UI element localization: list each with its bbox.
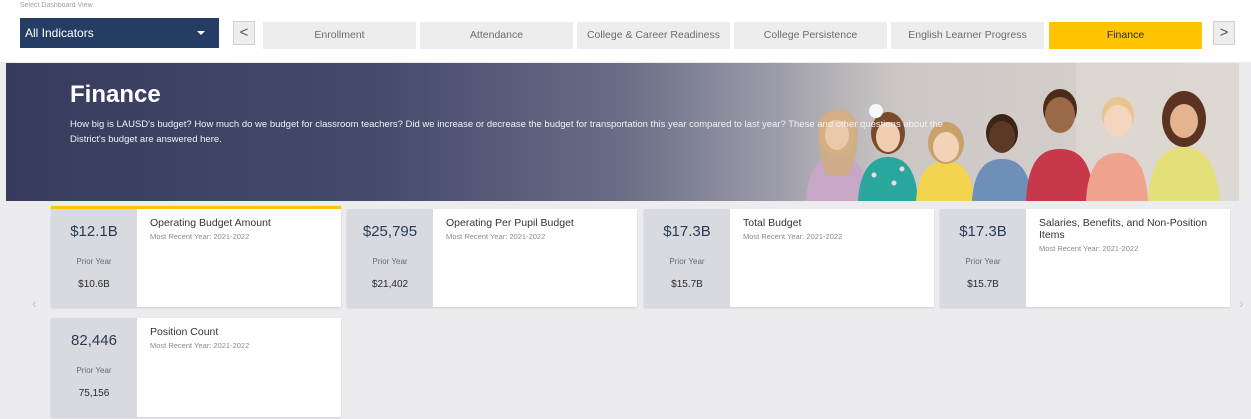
kpi-subtitle: Most Recent Year: 2021-2022 — [1039, 244, 1139, 253]
kpi-prior-value: $15.7B — [967, 279, 999, 290]
kpi-title: Total Budget — [743, 217, 802, 229]
tab-college-career-readiness[interactable]: College & Career Readiness — [577, 22, 730, 49]
kpi-card-operating-budget[interactable]: $12.1B Prior Year $10.6B Operating Budge… — [51, 206, 341, 307]
kpi-prior-label: Prior Year — [76, 366, 112, 375]
page-title: Finance — [70, 81, 161, 108]
kpi-title: Operating Per Pupil Budget — [446, 217, 574, 229]
dropdown-value: All Indicators — [25, 26, 94, 40]
kpi-stat-panel: $12.1B Prior Year $10.6B — [51, 209, 137, 307]
chevron-down-icon — [197, 31, 205, 35]
kpi-stat-panel: $25,795 Prior Year $21,402 — [347, 209, 433, 307]
tab-enrollment[interactable]: Enrollment — [263, 22, 416, 49]
indicator-dropdown[interactable]: All Indicators — [20, 18, 219, 48]
cards-next-button[interactable]: › — [1239, 295, 1244, 311]
kpi-card-salaries-benefits[interactable]: $17.3B Prior Year $15.7B Salaries, Benef… — [940, 209, 1230, 307]
kpi-value: 82,446 — [71, 332, 117, 349]
kpi-prior-value: $21,402 — [371, 279, 409, 290]
kpi-prior-label: Prior Year — [372, 257, 408, 266]
tabs-next-button[interactable]: > — [1213, 21, 1235, 45]
kpi-title: Position Count — [150, 326, 219, 338]
kpi-title: Operating Budget Amount — [150, 217, 271, 229]
kpi-subtitle: Most Recent Year: 2021-2022 — [150, 232, 250, 241]
kpi-value: $17.3B — [959, 223, 1007, 240]
kpi-subtitle: Most Recent Year: 2021-2022 — [446, 232, 546, 241]
kpi-prior-label: Prior Year — [669, 257, 705, 266]
view-selector-label: Select Dashboard View — [20, 2, 93, 9]
kpi-subtitle: Most Recent Year: 2021-2022 — [150, 341, 250, 350]
cards-prev-button[interactable]: ‹ — [32, 295, 37, 311]
tab-english-learner-progress[interactable]: English Learner Progress — [891, 22, 1044, 49]
kpi-stat-panel: $17.3B Prior Year $15.7B — [940, 209, 1026, 307]
tab-attendance[interactable]: Attendance — [420, 22, 573, 49]
kpi-value: $12.1B — [70, 223, 118, 240]
tab-college-persistence[interactable]: College Persistence — [734, 22, 887, 49]
page-description: How big is LAUSD's budget? How much do w… — [70, 119, 943, 145]
kpi-prior-label: Prior Year — [965, 257, 1001, 266]
kpi-prior-value: $15.7B — [671, 279, 703, 290]
kpi-subtitle: Most Recent Year: 2021-2022 — [743, 232, 843, 241]
kpi-card-position-count[interactable]: 82,446 Prior Year 75,156 Position Count … — [51, 318, 341, 417]
kpi-value: $17.3B — [663, 223, 711, 240]
kpi-stat-panel: 82,446 Prior Year 75,156 — [51, 318, 137, 417]
kpi-stat-panel: $17.3B Prior Year $15.7B — [644, 209, 730, 307]
kpi-prior-value: $10.6B — [78, 279, 110, 290]
kpi-prior-value: 75,156 — [78, 388, 110, 399]
tab-finance[interactable]: Finance — [1049, 22, 1202, 49]
dashboard-header: Select Dashboard View All Indicators < E… — [0, 0, 1251, 62]
hero-banner: Finance How big is LAUSD's budget? How m… — [6, 63, 1239, 201]
kpi-value: $25,795 — [362, 223, 418, 240]
kpi-title: Salaries, Benefits, and Non-Position Ite… — [1039, 217, 1208, 241]
tabs-prev-button[interactable]: < — [233, 21, 255, 45]
kpi-prior-label: Prior Year — [76, 257, 112, 266]
kpi-card-total-budget[interactable]: $17.3B Prior Year $15.7B Total Budget Mo… — [644, 209, 934, 307]
kpi-card-per-pupil-budget[interactable]: $25,795 Prior Year $21,402 Operating Per… — [347, 209, 637, 307]
